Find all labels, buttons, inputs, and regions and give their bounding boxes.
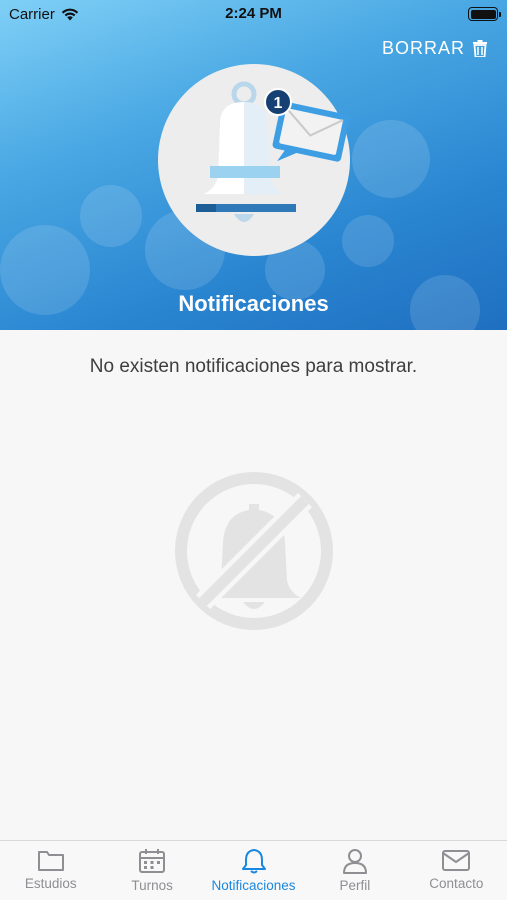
tab-turnos[interactable]: Turnos	[101, 841, 202, 900]
status-bar: Carrier 2:24 PM	[0, 0, 507, 28]
tab-notificaciones[interactable]: Notificaciones	[203, 841, 304, 900]
empty-state-message: No existen notificaciones para mostrar.	[89, 356, 418, 377]
tab-label: Notificaciones	[211, 878, 296, 893]
clear-label: BORRAR	[381, 38, 465, 58]
tab-perfil[interactable]: Perfil	[304, 841, 405, 900]
tab-contacto[interactable]: Contacto	[406, 841, 507, 900]
envelope-icon	[442, 850, 471, 871]
tab-label: Turnos	[131, 878, 173, 893]
tab-label: Estudios	[24, 876, 77, 891]
person-icon	[342, 849, 367, 874]
notification-badge-count: 1	[274, 95, 283, 112]
hero-illustration: 1	[158, 64, 350, 256]
bell-with-message-icon: 1	[196, 81, 350, 222]
clear-notifications-button[interactable]: BORRAR	[382, 38, 487, 59]
tab-estudios[interactable]: Estudios	[0, 841, 101, 900]
tab-label: Contacto	[429, 876, 484, 891]
bell-icon	[241, 849, 266, 874]
calendar-icon	[139, 849, 166, 873]
tab-label: Perfil	[339, 878, 371, 893]
trash-icon	[473, 40, 487, 57]
clock: 2:24 PM	[225, 5, 282, 22]
battery-icon	[468, 7, 501, 21]
page-title: Notificaciones	[178, 291, 329, 316]
folder-icon	[37, 851, 64, 871]
tab-bar: Estudios Turnos Notificaciones Perfil Co…	[0, 840, 507, 900]
header-banner: Carrier 2:24 PM BORRAR 1 Notificaciones	[0, 0, 507, 330]
no-notifications-icon	[175, 472, 333, 630]
